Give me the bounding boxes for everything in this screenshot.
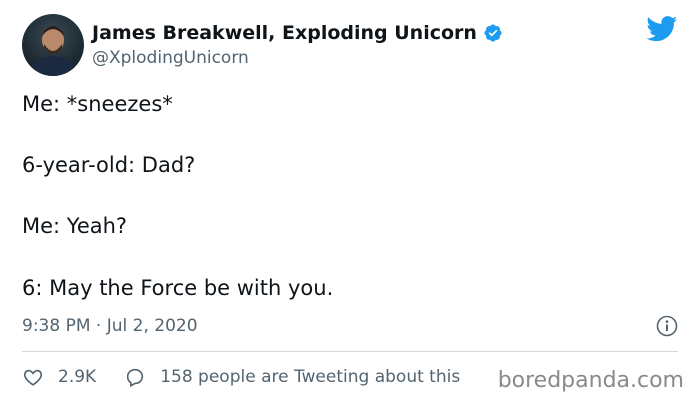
tweet-line: Me: Yeah?	[22, 214, 128, 238]
engagement-bar: 2.9K 158 people are Tweeting about this	[22, 366, 460, 388]
reply-conversation-button[interactable]: 158 people are Tweeting about this	[124, 366, 460, 388]
author-name-row[interactable]: James Breakwell, Exploding Unicorn	[92, 22, 503, 44]
avatar-photo	[28, 26, 78, 76]
twitter-bird-icon[interactable]	[646, 16, 678, 42]
heart-icon	[23, 369, 43, 386]
like-button[interactable]: 2.9K	[22, 366, 96, 388]
reply-text: 158 people are Tweeting about this	[160, 367, 461, 387]
divider	[22, 351, 678, 352]
tweet-line: 6-year-old: Dad?	[22, 153, 196, 177]
author-display-name[interactable]: James Breakwell, Exploding Unicorn	[92, 22, 477, 44]
info-icon[interactable]	[656, 315, 678, 337]
watermark: boredpanda.com	[497, 368, 684, 393]
verified-badge-icon	[483, 23, 503, 43]
tweet-line: Me: *sneezes*	[22, 92, 173, 116]
tweet-timestamp[interactable]: 9:38 PM · Jul 2, 2020	[22, 316, 198, 336]
avatar[interactable]	[22, 14, 84, 76]
speech-bubble-icon	[127, 368, 144, 388]
tweet-line: 6: May the Force be with you.	[22, 276, 334, 300]
like-count: 2.9K	[58, 367, 97, 387]
author-handle[interactable]: @XplodingUnicorn	[92, 48, 249, 68]
